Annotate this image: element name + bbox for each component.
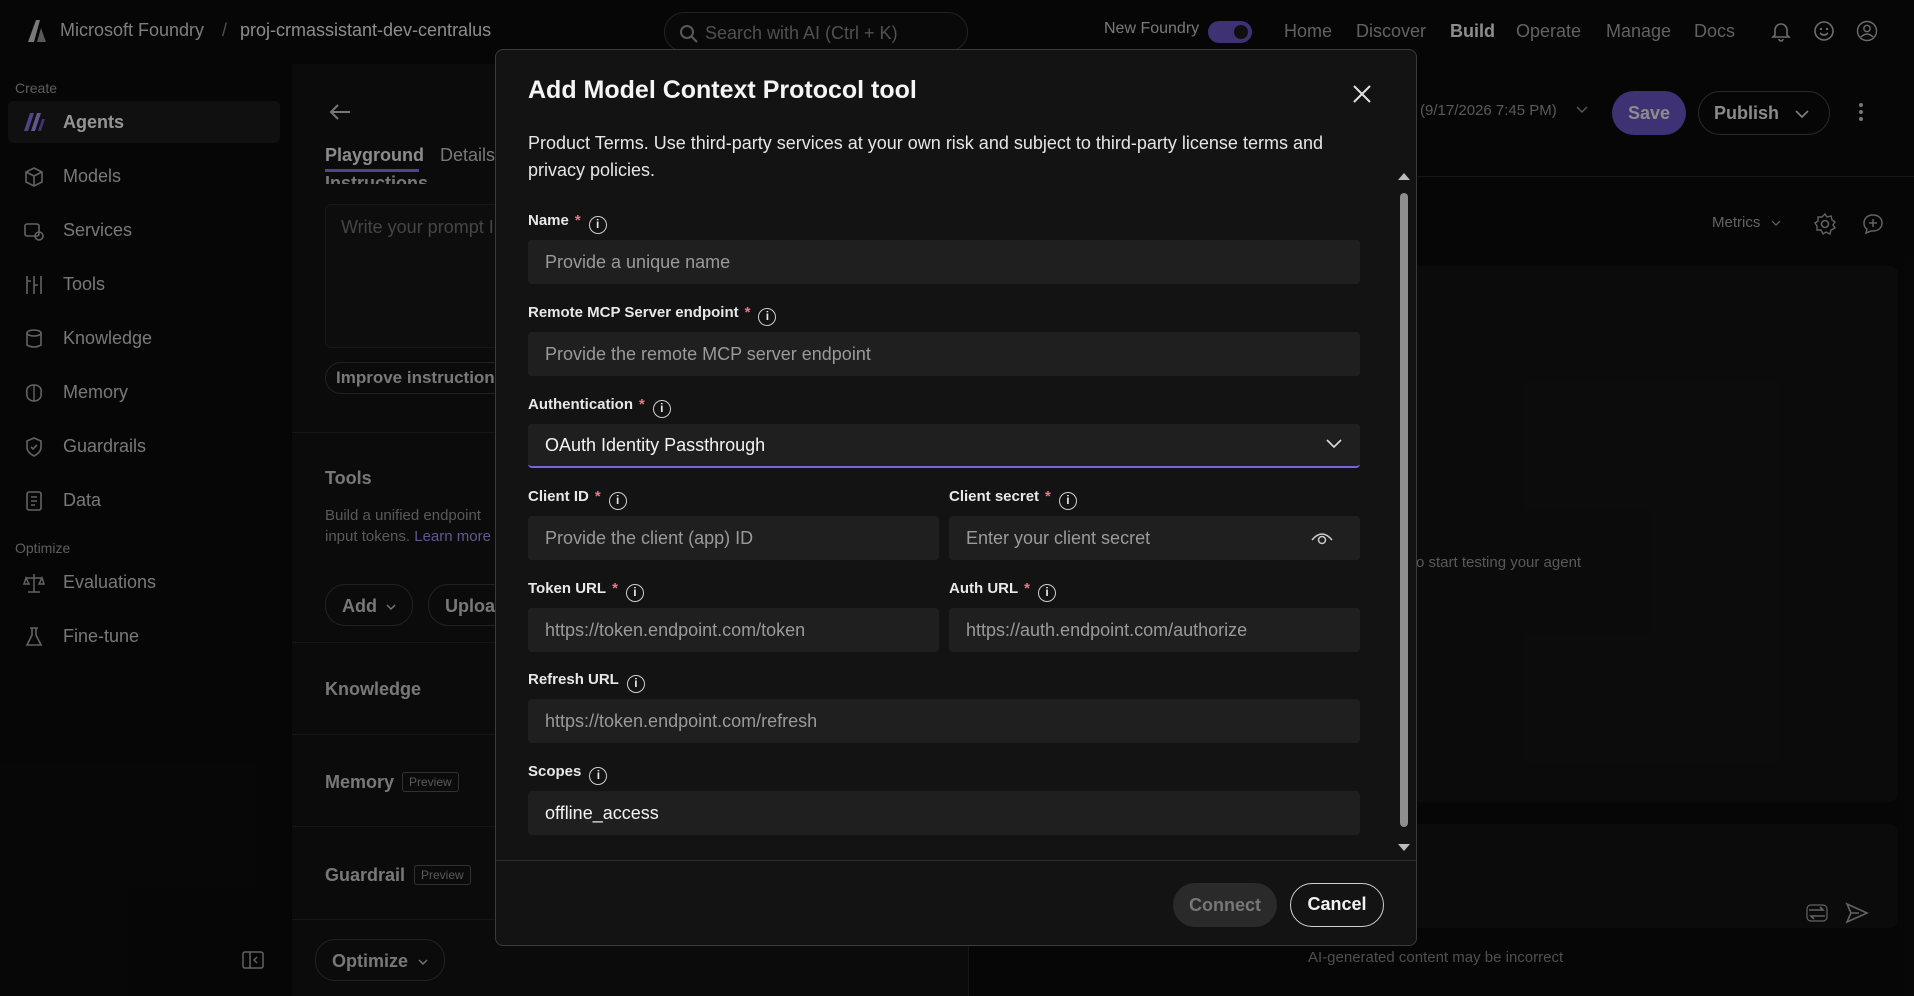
endpoint-input[interactable]: Provide the remote MCP server endpoint (528, 332, 1360, 376)
info-icon[interactable]: i (758, 308, 777, 326)
info-icon[interactable]: i (626, 675, 645, 693)
endpoint-label: Remote MCP Server endpoint * i (528, 304, 777, 326)
connect-button[interactable]: Connect (1173, 883, 1277, 927)
name-input[interactable]: Provide a unique name (528, 240, 1360, 284)
name-label: Name * i (528, 212, 607, 234)
info-icon[interactable]: i (608, 492, 627, 510)
scopes-label: Scopes i (528, 763, 608, 785)
info-icon[interactable]: i (1038, 584, 1056, 602)
refresh-url-input[interactable]: https://token.endpoint.com/refresh (528, 699, 1360, 743)
chevron-down-icon (1326, 439, 1342, 449)
dialog-intro-line2: privacy policies. (528, 160, 656, 180)
scroll-up-arrow-icon[interactable] (1397, 171, 1411, 181)
scroll-down-arrow-icon[interactable] (1397, 843, 1411, 853)
refresh-url-label: Refresh URL i (528, 671, 645, 693)
eye-icon[interactable] (1311, 530, 1333, 546)
dialog-intro-line1: Product Terms. Use third-party services … (528, 133, 1323, 153)
token-url-label: Token URL * i (528, 580, 644, 602)
token-url-input[interactable]: https://token.endpoint.com/token (528, 608, 939, 652)
client-secret-input[interactable]: Enter your client secret (949, 516, 1360, 560)
info-icon[interactable]: i (652, 400, 671, 418)
cancel-button[interactable]: Cancel (1290, 883, 1384, 927)
close-icon[interactable] (1350, 82, 1374, 106)
auth-url-label: Auth URL * i (949, 580, 1056, 602)
divider (496, 860, 1416, 861)
dialog-title: Add Model Context Protocol tool (528, 76, 917, 104)
info-icon[interactable]: i (1058, 492, 1077, 510)
dialog-scrollbar[interactable] (1398, 173, 1410, 851)
client-id-label: Client ID * i (528, 488, 627, 510)
client-id-input[interactable]: Provide the client (app) ID (528, 516, 939, 560)
info-icon[interactable]: i (589, 767, 608, 785)
authentication-select[interactable]: OAuth Identity Passthrough (528, 424, 1360, 468)
add-mcp-tool-dialog: Add Model Context Protocol tool Product … (495, 49, 1417, 946)
authentication-label: Authentication * i (528, 396, 671, 418)
scrollbar-thumb[interactable] (1400, 193, 1408, 827)
info-icon[interactable]: i (625, 584, 644, 602)
info-icon[interactable]: i (588, 216, 607, 234)
auth-url-input[interactable]: https://auth.endpoint.com/authorize (949, 608, 1360, 652)
client-secret-label: Client secret * i (949, 488, 1077, 510)
scopes-input[interactable]: offline_access (528, 791, 1360, 835)
